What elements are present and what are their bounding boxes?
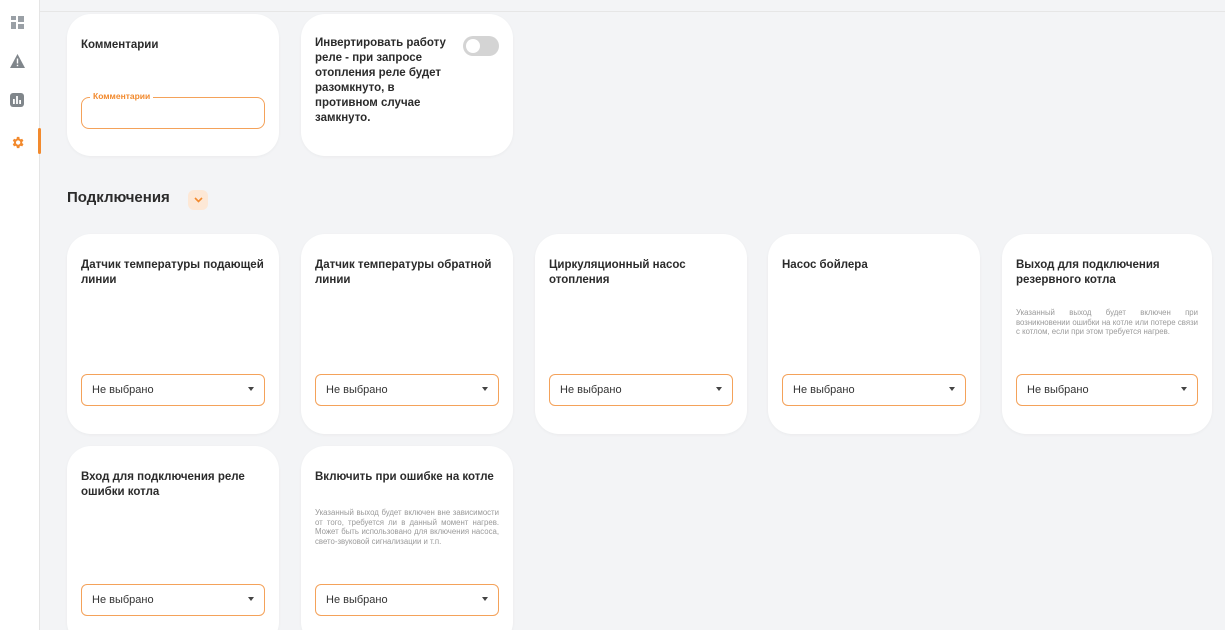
caret-down-icon bbox=[1181, 387, 1187, 391]
connection-title: Датчик температуры обратной линии bbox=[315, 259, 492, 286]
invert-relay-title: Инвертировать работу реле - при запросе … bbox=[315, 37, 446, 124]
gear-icon[interactable] bbox=[8, 133, 26, 151]
caret-down-icon bbox=[248, 597, 254, 601]
select-value: Не выбрано bbox=[560, 384, 622, 396]
connection-select[interactable]: Не выбрано bbox=[81, 374, 265, 406]
select-value: Не выбрано bbox=[92, 384, 154, 396]
warning-icon[interactable] bbox=[8, 52, 26, 70]
connection-title: Насос бойлера bbox=[782, 259, 868, 271]
caret-down-icon bbox=[248, 387, 254, 391]
connection-select[interactable]: Не выбрано bbox=[549, 374, 733, 406]
connection-card: Насос бойлера Не выбрано bbox=[768, 234, 980, 434]
connection-select[interactable]: Не выбрано bbox=[782, 374, 966, 406]
toggle-knob bbox=[466, 39, 480, 53]
caret-down-icon bbox=[949, 387, 955, 391]
connection-select[interactable]: Не выбрано bbox=[315, 584, 499, 616]
chevron-down-icon bbox=[193, 197, 203, 203]
connection-card: Вход для подключения реле ошибки котла Н… bbox=[67, 446, 279, 630]
connection-description: Указанный выход будет включен при возник… bbox=[1016, 308, 1198, 336]
connection-select[interactable]: Не выбрано bbox=[315, 374, 499, 406]
connection-title: Циркуляционный насос отопления bbox=[549, 259, 686, 286]
comments-title: Комментарии bbox=[81, 39, 159, 51]
dashboard-icon[interactable] bbox=[8, 13, 26, 31]
connection-description: Указанный выход будет включен вне зависи… bbox=[315, 508, 499, 546]
section-collapse-button[interactable] bbox=[188, 190, 208, 210]
select-value: Не выбрано bbox=[793, 384, 855, 396]
invert-relay-toggle[interactable] bbox=[463, 36, 499, 56]
select-value: Не выбрано bbox=[1027, 384, 1089, 396]
connection-title: Вход для подключения реле ошибки котла bbox=[81, 471, 245, 498]
comments-input[interactable]: Комментарии bbox=[81, 91, 265, 129]
connection-title: Датчик температуры подающей линии bbox=[81, 259, 264, 286]
invert-relay-card: Инвертировать работу реле - при запросе … bbox=[301, 14, 513, 156]
caret-down-icon bbox=[482, 387, 488, 391]
connection-card: Датчик температуры обратной линии Не выб… bbox=[301, 234, 513, 434]
active-nav-indicator bbox=[38, 128, 41, 154]
connection-card: Датчик температуры подающей линии Не выб… bbox=[67, 234, 279, 434]
comments-input-label: Комментарии bbox=[90, 91, 154, 101]
connection-select[interactable]: Не выбрано bbox=[81, 584, 265, 616]
connection-select[interactable]: Не выбрано bbox=[1016, 374, 1198, 406]
comments-card: Комментарии Комментарии bbox=[67, 14, 279, 156]
connection-card: Циркуляционный насос отопления Не выбран… bbox=[535, 234, 747, 434]
sidebar bbox=[0, 0, 41, 630]
caret-down-icon bbox=[482, 597, 488, 601]
connection-title: Выход для подключения резервного котла bbox=[1016, 259, 1160, 286]
caret-down-icon bbox=[716, 387, 722, 391]
select-value: Не выбрано bbox=[326, 384, 388, 396]
select-value: Не выбрано bbox=[92, 594, 154, 606]
section-title: Подключения bbox=[67, 189, 170, 206]
chart-icon[interactable] bbox=[8, 91, 26, 109]
connection-card: Включить при ошибке на котле Указанный в… bbox=[301, 446, 513, 630]
top-bar bbox=[40, 0, 1225, 12]
select-value: Не выбрано bbox=[326, 594, 388, 606]
connection-title: Включить при ошибке на котле bbox=[315, 471, 494, 483]
connection-card: Выход для подключения резервного котла У… bbox=[1002, 234, 1212, 434]
